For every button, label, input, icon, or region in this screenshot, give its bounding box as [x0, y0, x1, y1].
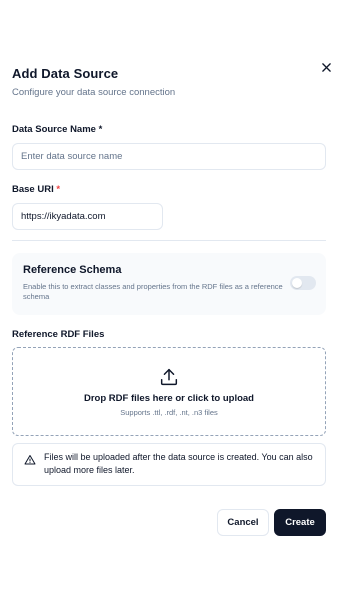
upload-notice-text: Files will be uploaded after the data so… [44, 452, 313, 475]
reference-rdf-files-label: Reference RDF Files [12, 329, 105, 340]
base-uri-label: Base URI * [12, 184, 60, 195]
upload-icon [160, 368, 178, 386]
upload-notice: Files will be uploaded after the data so… [12, 443, 326, 486]
close-button[interactable] [318, 59, 334, 75]
required-marker: * [56, 184, 61, 195]
base-uri-label-text: Base URI [12, 184, 54, 195]
section-divider [12, 240, 326, 241]
data-source-name-label: Data Source Name * [12, 124, 103, 135]
base-uri-input[interactable] [12, 203, 163, 230]
add-data-source-dialog: Add Data Source Configure your data sour… [0, 0, 338, 606]
reference-schema-card: Reference Schema Enable this to extract … [12, 253, 326, 315]
create-button[interactable]: Create [274, 509, 326, 536]
reference-schema-toggle[interactable] [290, 276, 316, 290]
warning-icon [24, 455, 36, 465]
dropzone-supported-formats: Supports .ttl, .rdf, .nt, .n3 files [120, 408, 218, 417]
toggle-knob [292, 278, 302, 288]
rdf-file-dropzone[interactable]: Drop RDF files here or click to upload S… [12, 347, 326, 436]
dialog-title: Add Data Source [12, 66, 119, 81]
dropzone-instruction: Drop RDF files here or click to upload [84, 393, 254, 404]
close-icon [321, 62, 331, 72]
cancel-button[interactable]: Cancel [217, 509, 269, 536]
reference-schema-title: Reference Schema [23, 264, 122, 276]
reference-schema-description: Enable this to extract classes and prope… [23, 282, 283, 301]
data-source-name-input[interactable] [12, 143, 326, 170]
dialog-subtitle: Configure your data source connection [12, 87, 176, 98]
